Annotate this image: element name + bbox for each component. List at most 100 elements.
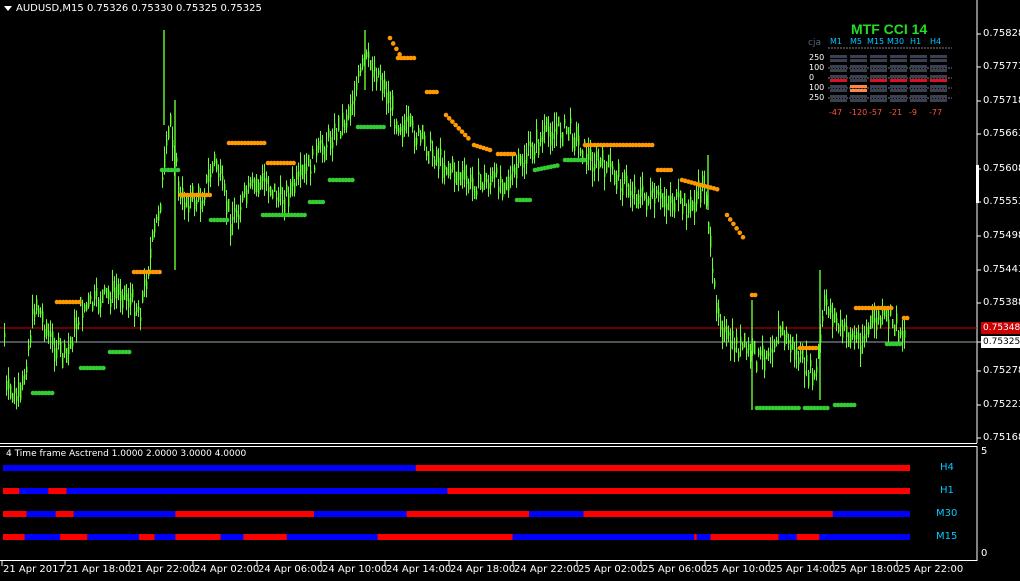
candle-body — [850, 334, 852, 342]
candle-body — [502, 182, 504, 198]
asctrend-segment — [24, 534, 61, 540]
candle-body — [612, 166, 614, 170]
candle-body — [594, 164, 596, 170]
candle-body — [550, 131, 552, 146]
candle-body — [140, 317, 142, 321]
time-label: 25 Apr 06:00 — [642, 564, 708, 575]
candle-body — [806, 354, 808, 362]
candle-body — [120, 290, 122, 301]
candle-body — [270, 187, 272, 196]
candle-body — [562, 132, 564, 147]
indicator-dot — [851, 402, 857, 408]
candle-body — [804, 370, 806, 375]
mtf-cci-title: MTF CCI 14 — [851, 21, 928, 37]
candle-body — [172, 139, 174, 148]
candle-body — [416, 138, 418, 145]
candle-body — [768, 352, 770, 357]
candle-body — [656, 189, 658, 195]
indicator-dot — [888, 305, 894, 311]
candle-body — [630, 191, 632, 196]
candle-body — [430, 139, 432, 144]
candle-body — [36, 298, 38, 311]
candle-body — [570, 118, 572, 124]
candle-body — [808, 372, 810, 387]
candle-body — [544, 125, 546, 133]
indicator-dot — [261, 140, 267, 146]
candle-body — [724, 326, 726, 333]
candle-body — [320, 140, 322, 144]
candle-body — [218, 173, 220, 178]
candle-body — [516, 163, 518, 179]
ask-price-tag: 0.75348 — [981, 322, 1020, 334]
indicator-dot — [511, 151, 517, 157]
candle-body — [14, 388, 16, 394]
candle-body — [814, 372, 816, 377]
candle-body — [60, 342, 62, 354]
candle-body — [224, 183, 226, 192]
candle-body — [534, 151, 536, 156]
candle-body — [448, 162, 450, 177]
candle-body — [102, 289, 104, 303]
candle-body — [434, 159, 436, 166]
candle-body — [124, 285, 126, 301]
candle-body — [668, 195, 670, 211]
candle-body — [328, 128, 330, 138]
mtf-level-label: 0 — [809, 73, 815, 82]
time-label: 21 Apr 2017 — [3, 564, 65, 575]
candle-body — [400, 127, 402, 132]
mtf-cci-value: -120 — [849, 108, 868, 117]
candle-body — [230, 223, 232, 236]
indicator-dot — [101, 365, 106, 371]
indicator-dot — [320, 199, 326, 205]
mtf-level-label: 250 — [809, 93, 825, 102]
mtf-cci-value: -77 — [929, 108, 943, 117]
candle-body — [902, 330, 904, 341]
candle-body — [696, 191, 698, 204]
time-label: 25 Apr 22:00 — [898, 564, 964, 575]
candle-body — [394, 124, 396, 129]
candle-body — [538, 142, 540, 155]
candle-body — [276, 197, 278, 201]
chevron-down-icon[interactable] — [4, 6, 12, 11]
candle-body — [396, 120, 398, 132]
candle-body — [236, 210, 238, 217]
candle-body — [732, 330, 734, 338]
candle-body — [504, 182, 506, 195]
candle-body — [372, 69, 374, 78]
candle-body — [720, 320, 722, 331]
candle-body — [848, 332, 850, 348]
candle-body — [330, 137, 332, 150]
price-label: 0.75828 — [983, 28, 1020, 39]
candle-body — [40, 310, 42, 315]
mtf-timeframe-header: M30 — [887, 37, 905, 46]
candle-body — [294, 182, 296, 194]
candle-body — [754, 340, 756, 355]
candle-body — [16, 395, 18, 402]
candle-body — [526, 153, 528, 164]
indicator-dot — [387, 35, 393, 41]
candle-body — [812, 372, 814, 386]
candle-body — [198, 185, 200, 200]
candle-body — [796, 347, 798, 355]
candle-body — [374, 66, 376, 72]
mtf-level-label: 100 — [809, 83, 825, 92]
time-label: 24 Apr 22:00 — [514, 564, 580, 575]
candle-body — [564, 119, 566, 124]
candle-body — [126, 293, 128, 301]
price-chart-canvas[interactable] — [0, 0, 1020, 581]
candle-body — [168, 127, 170, 139]
scroll-marker[interactable] — [976, 165, 979, 203]
candle-body — [244, 185, 246, 195]
candle-body — [216, 160, 218, 171]
candle-body — [238, 214, 240, 220]
candle-body — [356, 82, 358, 91]
candle-body — [408, 115, 410, 127]
candle-body — [714, 280, 716, 287]
candle-body — [56, 348, 58, 358]
candle-body — [860, 345, 862, 355]
candle-body — [892, 319, 894, 329]
asctrend-segment — [3, 488, 20, 494]
current-price-tag: 0.75325 — [981, 336, 1020, 348]
candle-body — [264, 177, 266, 183]
indicator-label: 4 Time frame Asctrend 1.0000 2.0000 3.00… — [6, 449, 247, 459]
